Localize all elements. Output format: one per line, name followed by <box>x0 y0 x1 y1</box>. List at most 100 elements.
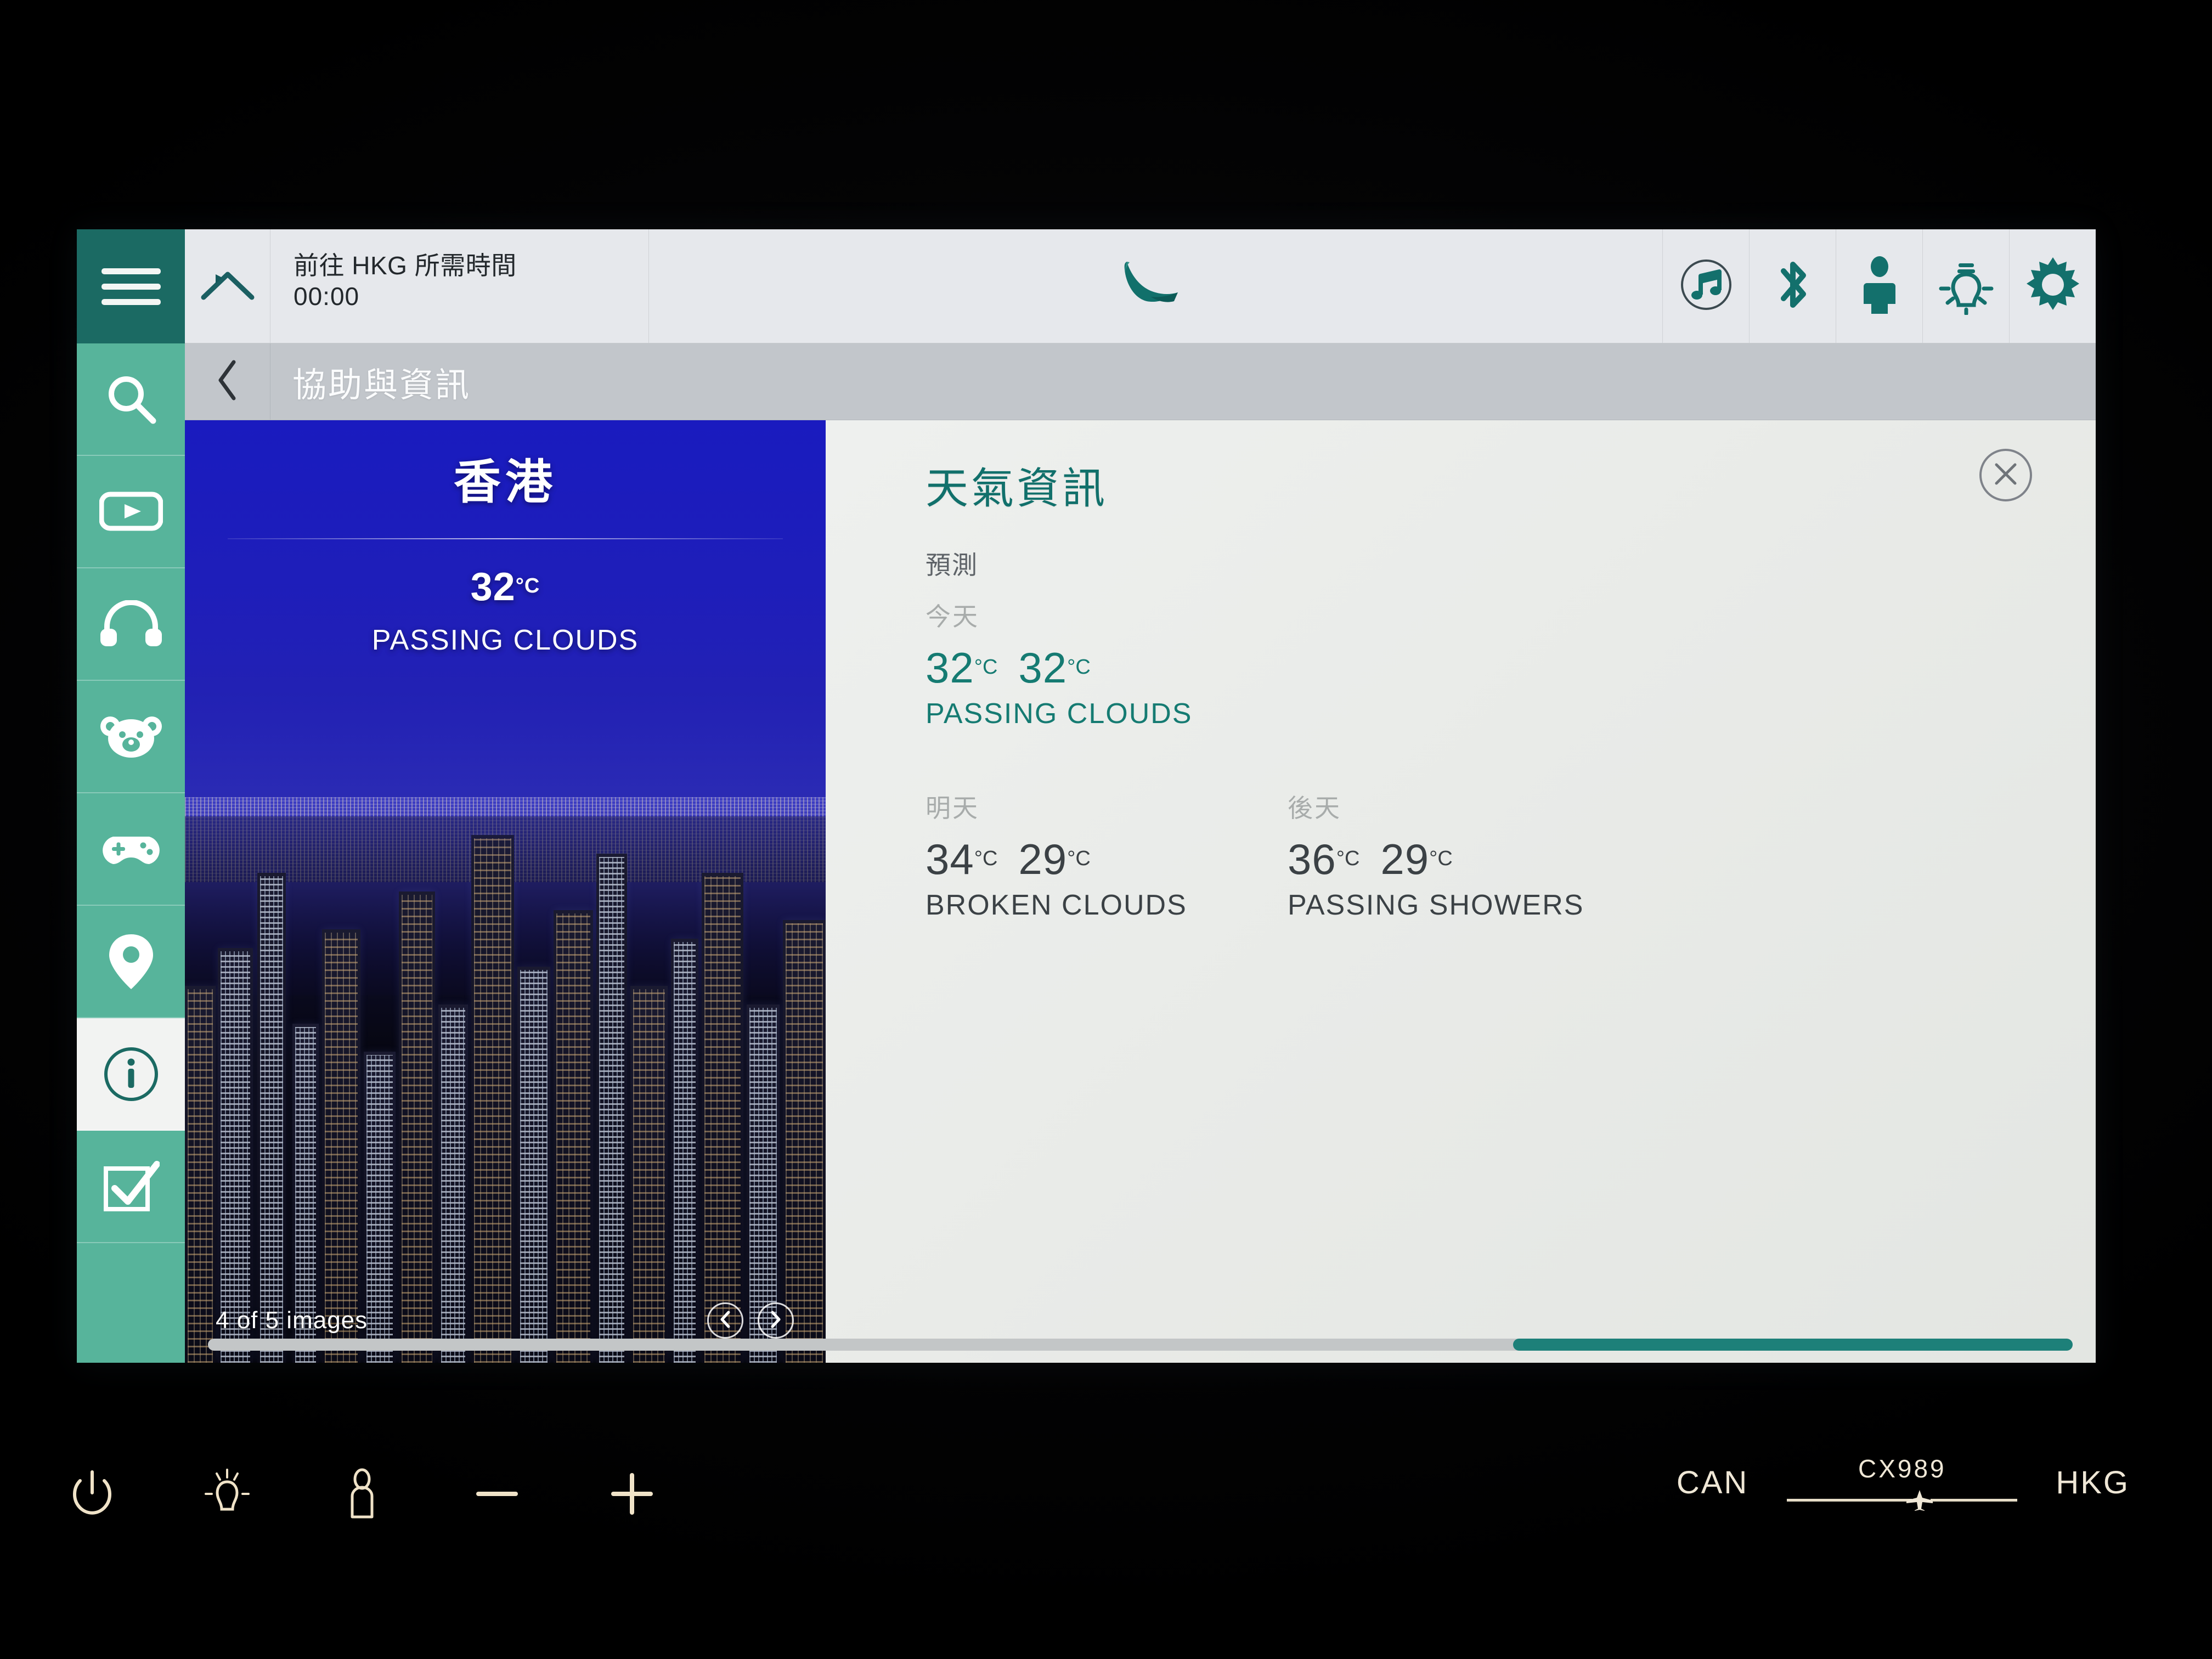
hero-temp-unit: °C <box>515 574 540 597</box>
sidebar-item-map[interactable] <box>77 906 185 1018</box>
eta-value: 00:00 <box>294 282 360 311</box>
forecast-day-condition: PASSING SHOWERS <box>1288 889 1584 921</box>
forecast-low-value: 29 <box>1380 835 1430 883</box>
gamepad-icon <box>98 830 165 868</box>
forecast-high-unit: °C <box>974 847 998 870</box>
content-column: 前往 HKG 所需時間 00:00 協助與資訊 香港 32°C PASSING … <box>185 229 2096 1363</box>
flight-number: CX989 <box>1858 1454 1946 1483</box>
chevron-left-circle-icon <box>718 1310 732 1331</box>
hero-temp-value: 32 <box>470 565 516 609</box>
destination-weather-card[interactable]: 香港 32°C PASSING CLOUDS 4 of 5 images <box>185 420 826 1363</box>
reading-light-button[interactable] <box>201 1465 253 1525</box>
attendant-call-button[interactable] <box>336 1465 388 1525</box>
checkbox-checked-icon <box>103 1160 160 1214</box>
play-rectangle-icon <box>99 490 163 534</box>
location-pin-icon <box>106 932 156 991</box>
gallery-nav <box>707 1302 794 1339</box>
forecast-high: 36°C <box>1288 835 1359 883</box>
page-header: 協助與資訊 <box>185 343 2096 420</box>
forecast-day-temps: 32°C 32°C <box>926 643 2096 693</box>
power-icon <box>72 1469 112 1522</box>
weather-detail-panel: 天氣資訊 預測 今天 32°C 32°C PASSING CLOUDS 明天 3… <box>826 420 2096 1363</box>
destination-airport: HKG <box>2056 1464 2130 1500</box>
volume-down-button[interactable] <box>471 1465 523 1525</box>
music-note-icon <box>1678 256 1735 316</box>
forecast-low: 29°C <box>1380 835 1452 883</box>
forecast-high-value: 32 <box>926 644 974 692</box>
chevron-right-circle-icon <box>769 1310 783 1331</box>
attendant-call-icon <box>344 1468 380 1523</box>
forecast-subtitle: 預測 <box>926 551 978 579</box>
hero-divider <box>228 538 783 539</box>
audio-indicator-button[interactable] <box>1662 229 1749 343</box>
reading-light-icon <box>204 1468 251 1523</box>
ife-screen: 前往 HKG 所需時間 00:00 協助與資訊 香港 32°C PASSING … <box>77 229 2096 1363</box>
volume-up-button[interactable] <box>606 1465 658 1525</box>
back-button[interactable] <box>185 343 270 420</box>
bluetooth-icon <box>1771 255 1814 318</box>
forecast-high-unit: °C <box>1336 847 1360 870</box>
forecast-high-unit: °C <box>974 656 998 679</box>
forecast-low-value: 29 <box>1018 835 1068 883</box>
flight-route: CX989 <box>1787 1454 2018 1514</box>
search-icon <box>103 371 160 428</box>
forecast-low: 32°C <box>1018 644 1090 692</box>
sidebar-item-kids[interactable] <box>77 681 185 793</box>
forecast-high-value: 34 <box>926 835 974 883</box>
origin-airport: CAN <box>1676 1464 1749 1500</box>
teddy-bear-icon <box>99 712 163 761</box>
forecast-day-condition: BROKEN CLOUDS <box>926 889 1187 921</box>
hero-condition: PASSING CLOUDS <box>371 624 639 656</box>
forecast-low-unit: °C <box>1067 847 1091 870</box>
forecast-day-label: 今天 <box>926 602 979 631</box>
eta-label: 前往 HKG 所需時間 <box>294 251 517 280</box>
home-chevron-icon <box>200 268 255 304</box>
bezel-control-group <box>66 1465 658 1525</box>
sidebar-item-info[interactable] <box>77 1018 185 1131</box>
forecast-day-today: 今天 32°C 32°C PASSING CLOUDS <box>926 597 2096 730</box>
flight-progress-line <box>1787 1489 2018 1514</box>
hero-temperature: 32°C <box>185 565 826 610</box>
settings-button[interactable] <box>2009 229 2096 343</box>
sidebar-item-games[interactable] <box>77 793 185 906</box>
main-sidebar <box>77 229 185 1363</box>
home-button[interactable] <box>185 229 270 343</box>
sidebar-item-movies[interactable] <box>77 456 185 568</box>
sidebar-item-menu[interactable] <box>77 229 185 343</box>
close-button[interactable] <box>1979 449 2032 501</box>
gallery-next-button[interactable] <box>758 1302 794 1339</box>
eta-block: 前往 HKG 所需時間 00:00 <box>270 229 649 343</box>
forecast-low-unit: °C <box>1429 847 1453 870</box>
reading-light-button[interactable] <box>1922 229 2009 343</box>
forecast-day-after-tomorrow: 後天 36°C 29°C PASSING SHOWERS <box>1288 788 1650 922</box>
brand-logo <box>649 229 1662 343</box>
forecast-low: 29°C <box>1018 835 1090 883</box>
minus-icon <box>474 1471 520 1520</box>
forecast-high: 34°C <box>926 835 997 883</box>
forecast-day-label: 後天 <box>1288 794 1341 822</box>
forecast-low-unit: °C <box>1067 656 1091 679</box>
plus-icon <box>609 1471 655 1520</box>
forecast-day-temps: 34°C 29°C <box>926 834 1288 884</box>
scrollbar-track[interactable] <box>208 1339 2073 1351</box>
sidebar-item-search[interactable] <box>77 343 185 456</box>
power-button[interactable] <box>66 1465 119 1525</box>
sidebar-item-audio[interactable] <box>77 568 185 681</box>
weather-panel-title: 天氣資訊 <box>926 464 1108 512</box>
forecast-high-value: 36 <box>1288 835 1336 883</box>
attendant-call-button[interactable] <box>1836 229 1922 343</box>
scrollbar-thumb[interactable] <box>1513 1339 2073 1351</box>
hero-city-name: 香港 <box>454 456 557 509</box>
flight-progress-indicator: CAN CX989 HKG <box>1677 1454 2130 1511</box>
cathay-brushwing-logo <box>1105 256 1207 316</box>
horizontal-scrollbar[interactable] <box>185 1339 2096 1351</box>
airplane-icon <box>1905 1489 1934 1514</box>
progress-remaining <box>1931 1499 2018 1502</box>
forecast-day-temps: 36°C 29°C <box>1288 834 1650 884</box>
gallery-prev-button[interactable] <box>707 1302 743 1339</box>
forecast-day-label: 明天 <box>926 794 979 822</box>
sidebar-item-survey[interactable] <box>77 1131 185 1243</box>
attendant-call-icon <box>1858 255 1901 318</box>
bluetooth-button[interactable] <box>1749 229 1836 343</box>
settings-gear-icon <box>2023 255 2083 317</box>
